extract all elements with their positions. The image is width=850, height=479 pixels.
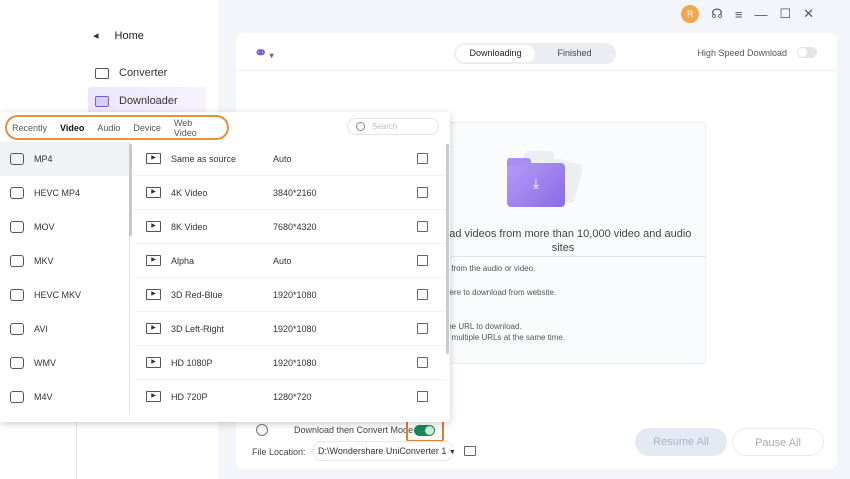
preset-list: ▶ Same as source Auto ▶ 4K Video 3840*2160 ▶ 8K…	[134, 142, 446, 412]
format-icon	[10, 289, 24, 301]
high-speed-label: High Speed Download	[697, 47, 787, 58]
video-icon: ▶	[146, 289, 161, 300]
preset-row[interactable]: ▶ HD 720P 1280*720	[134, 380, 446, 412]
home-button[interactable]: ◂ Home	[93, 29, 144, 43]
file-location-label: File Location:	[252, 447, 306, 457]
format-scrollbar[interactable]	[129, 144, 132, 236]
chevron-down-icon: ▼	[448, 449, 456, 456]
video-icon: ▶	[146, 153, 161, 164]
converter-icon	[95, 67, 109, 79]
edit-icon[interactable]	[417, 289, 428, 300]
format-icon	[10, 323, 24, 335]
back-chevron-icon: ◂	[93, 30, 99, 42]
edit-icon[interactable]	[417, 357, 428, 368]
instruction-line: here to download from website.	[445, 288, 557, 297]
format-item[interactable]: WMV	[0, 346, 129, 380]
convert-mode-toggle[interactable]	[414, 425, 435, 436]
preset-scrollbar[interactable]	[446, 144, 449, 354]
edit-icon[interactable]	[417, 255, 428, 266]
clock-icon[interactable]	[256, 424, 268, 436]
pause-all-button[interactable]: Pause All	[732, 428, 824, 456]
format-icon	[10, 357, 24, 369]
tab-finished[interactable]: Finished	[535, 45, 614, 62]
format-tabs: Recently Video Audio Device Web Video	[5, 115, 229, 140]
format-icon	[10, 255, 24, 267]
download-folder-icon: ⤓	[507, 158, 565, 207]
drop-zone[interactable]: ⤓ nload videos from more than 10,000 vid…	[428, 122, 706, 364]
format-item[interactable]: HEVC MP4	[0, 176, 129, 210]
folder-icon[interactable]	[464, 446, 476, 456]
tab-downloading[interactable]: Downloading	[456, 45, 535, 62]
headset-icon[interactable]: ☊	[711, 6, 723, 22]
format-icon	[10, 153, 24, 165]
preset-row[interactable]: ▶ 3D Left-Right 1920*1080	[134, 312, 446, 346]
search-input[interactable]: Search	[347, 118, 439, 135]
format-popup: Recently Video Audio Device Web Video Se…	[0, 112, 450, 422]
edit-icon[interactable]	[417, 153, 428, 164]
video-icon: ▶	[146, 221, 161, 232]
format-icon	[10, 221, 24, 233]
maximize-icon[interactable]: ☐	[779, 6, 791, 22]
dropzone-title: nload videos from more than 10,000 video…	[434, 228, 692, 254]
video-icon: ▶	[146, 357, 161, 368]
avatar[interactable]: R	[681, 5, 700, 23]
format-item[interactable]: HEVC MKV	[0, 278, 129, 312]
instruction-line: k from the audio or video.	[445, 264, 536, 273]
close-icon[interactable]: ✕	[803, 6, 814, 22]
add-link-icon[interactable]: ⚭ ▾	[254, 43, 274, 63]
tab-device[interactable]: Device	[133, 123, 161, 133]
format-item[interactable]: MP4	[0, 142, 129, 176]
titlebar-controls: R ☊ ≡ — ☐ ✕	[681, 5, 814, 23]
download-tabs: Downloading Finished	[454, 43, 616, 64]
convert-mode-label: Download then Convert Mode	[294, 425, 414, 435]
video-icon: ▶	[146, 255, 161, 266]
file-location-select[interactable]: D:\Wondershare UniConverter 1 ▼	[312, 441, 456, 461]
preset-row[interactable]: ▶ Alpha Auto	[134, 244, 446, 278]
format-item[interactable]: M4V	[0, 380, 129, 412]
tab-recently[interactable]: Recently	[12, 123, 47, 133]
instruction-line: d multiple URLs at the same time.	[445, 333, 566, 342]
edit-icon[interactable]	[417, 187, 428, 198]
format-item[interactable]: MKV	[0, 244, 129, 278]
minimize-icon[interactable]: —	[754, 7, 767, 22]
instruction-line: the URL to download.	[445, 322, 522, 331]
edit-icon[interactable]	[417, 323, 428, 334]
edit-icon[interactable]	[417, 221, 428, 232]
video-icon: ▶	[146, 391, 161, 402]
tab-video[interactable]: Video	[60, 123, 84, 133]
format-icon	[10, 391, 24, 403]
format-item[interactable]: AVI	[0, 312, 129, 346]
downloader-icon	[95, 95, 109, 107]
sidebar-item-downloader[interactable]: Downloader	[88, 87, 206, 115]
tab-audio[interactable]: Audio	[97, 123, 120, 133]
format-item[interactable]: MOV	[0, 210, 129, 244]
resume-all-button[interactable]: Resume All	[635, 428, 727, 456]
sidebar-item-converter[interactable]: Converter	[88, 59, 206, 87]
video-icon: ▶	[146, 187, 161, 198]
format-icon	[10, 187, 24, 199]
divider	[76, 420, 77, 479]
format-list: MP4 HEVC MP4 MOV MKV HEVC MKV AVI WMV M4V	[0, 142, 130, 412]
preset-row[interactable]: ▶ HD 1080P 1920*1080	[134, 346, 446, 380]
menu-icon[interactable]: ≡	[735, 7, 743, 22]
preset-row[interactable]: ▶ 8K Video 7680*4320	[134, 210, 446, 244]
tab-web-video[interactable]: Web Video	[174, 118, 214, 138]
preset-row[interactable]: ▶ 3D Red-Blue 1920*1080	[134, 278, 446, 312]
edit-icon[interactable]	[417, 391, 428, 402]
video-icon: ▶	[146, 323, 161, 334]
high-speed-toggle[interactable]	[797, 47, 817, 58]
preset-row[interactable]: ▶ 4K Video 3840*2160	[134, 176, 446, 210]
preset-row[interactable]: ▶ Same as source Auto	[134, 142, 446, 176]
